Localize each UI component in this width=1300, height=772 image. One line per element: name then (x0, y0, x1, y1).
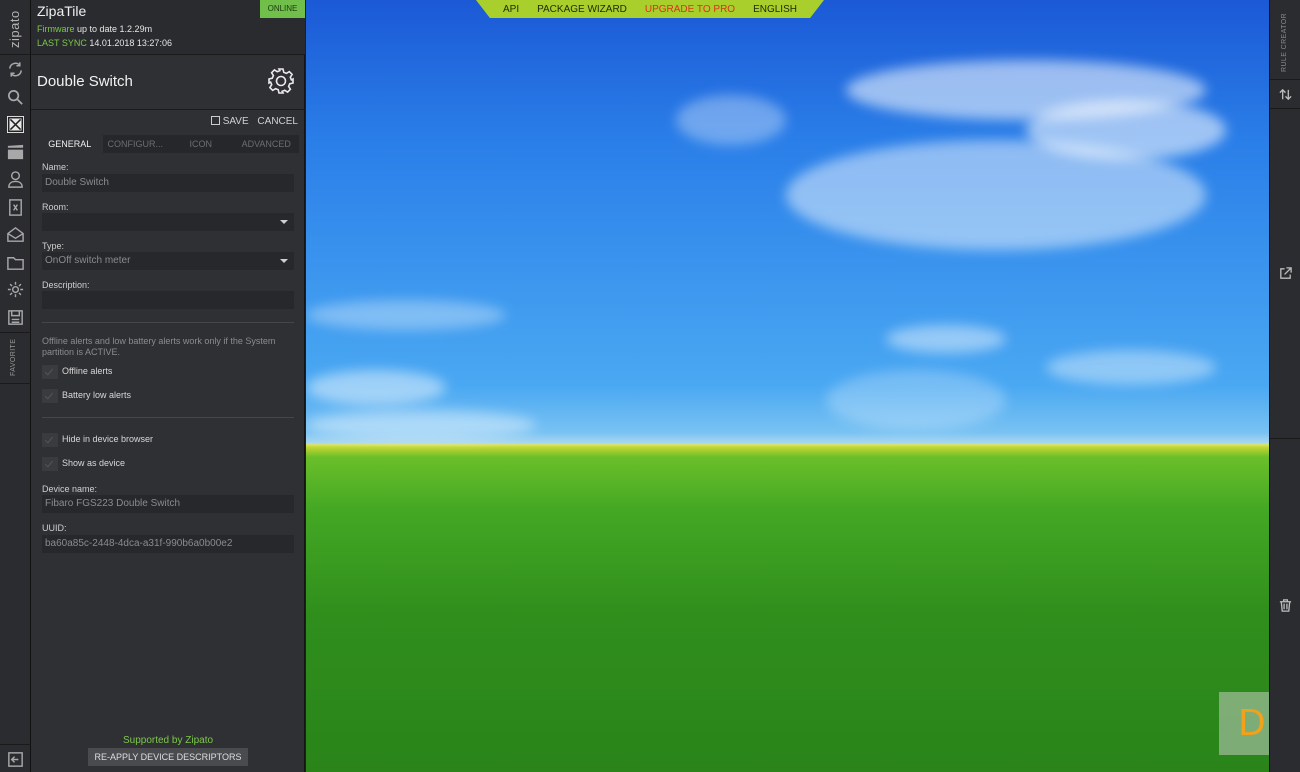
cloud (676, 95, 786, 145)
cloud (306, 370, 446, 405)
rule-creator-label: RULE CREATOR (1281, 13, 1288, 72)
description-input[interactable] (42, 291, 294, 309)
type-select[interactable]: OnOff switch meter (42, 252, 294, 270)
tab-icon[interactable]: ICON (168, 135, 234, 153)
reapply-descriptors-button[interactable]: RE-APPLY DEVICE DESCRIPTORS (88, 748, 248, 766)
device-name-input[interactable]: Fibaro FGS223 Double Switch (42, 495, 294, 513)
cloud (306, 410, 536, 440)
cloud (886, 325, 1006, 353)
divider (1270, 108, 1300, 109)
sync-info: LAST SYNC 14.01.2018 13:27:06 (37, 38, 172, 48)
divider (42, 417, 294, 418)
checkbox-box (42, 389, 58, 403)
mail-icon[interactable] (6, 225, 25, 244)
sync-value: 14.01.2018 13:27:06 (89, 38, 172, 48)
type-value: OnOff switch meter (45, 255, 131, 266)
brand-logo: zipato (0, 0, 31, 55)
nav-api[interactable]: API (503, 4, 519, 15)
room-label: Room: (42, 202, 69, 212)
settings-icon[interactable] (6, 280, 25, 299)
name-label: Name: (42, 162, 69, 172)
cloud (1026, 100, 1226, 160)
backup-icon[interactable] (6, 308, 25, 327)
description-label: Description: (42, 280, 90, 290)
device-name-label: Device name: (42, 484, 98, 494)
tab-general[interactable]: GENERAL (37, 135, 103, 153)
firmware-value: up to date 1.2.29m (77, 24, 153, 34)
search-icon[interactable] (6, 88, 25, 107)
sync-icon[interactable] (6, 60, 25, 79)
chevron-down-icon (280, 220, 288, 224)
watermark-letter: D (1238, 703, 1266, 744)
show-device-label: Show as device (62, 458, 126, 468)
sync-label: LAST SYNC (37, 38, 87, 48)
favorite-tab[interactable]: FAVORITE (0, 332, 31, 384)
nav-package-wizard[interactable]: PACKAGE WIZARD (537, 4, 627, 15)
cancel-button[interactable]: CANCEL (257, 116, 298, 127)
controller-title: ZipaTile (37, 3, 87, 19)
controller-header: ZipaTile ONLINE Firmware up to date 1.2.… (31, 0, 305, 55)
settings-tabs: GENERAL CONFIGUR... ICON ADVANCED (37, 135, 299, 153)
gear-icon[interactable] (267, 67, 295, 95)
device-header: Double Switch (31, 55, 305, 110)
nav-upgrade-to-pro[interactable]: UPGRADE TO PRO (645, 4, 735, 15)
brand-text: zipato (7, 10, 22, 48)
cloud (826, 370, 1006, 430)
checkbox-box (42, 365, 58, 379)
checkbox-box (42, 433, 58, 447)
divider (42, 322, 294, 323)
save-button[interactable]: SAVE (210, 116, 249, 127)
scenes-icon[interactable] (6, 143, 25, 162)
firmware-info: Firmware up to date 1.2.29m (37, 24, 152, 34)
status-badge: ONLINE (260, 0, 305, 18)
alerts-note: Offline alerts and low battery alerts wo… (42, 336, 276, 357)
save-icon (210, 116, 220, 125)
battery-alerts-label: Battery low alerts (62, 390, 132, 400)
chevron-down-icon (280, 259, 288, 263)
uuid-input[interactable]: ba60a85c-2448-4dca-a31f-990b6a0b00e2 (42, 535, 294, 553)
device-title: Double Switch (37, 73, 133, 90)
uuid-label: UUID: (42, 523, 67, 533)
right-rail: RULE CREATOR (1269, 0, 1300, 772)
nav-language[interactable]: ENGLISH (753, 4, 797, 15)
top-navigation: API PACKAGE WIZARD UPGRADE TO PRO ENGLIS… (476, 0, 824, 18)
devices-icon[interactable] (7, 116, 24, 133)
sort-icon[interactable] (1278, 87, 1293, 102)
offline-alerts-label: Offline alerts (62, 366, 113, 376)
trash-icon[interactable] (1278, 598, 1293, 613)
form-actions: SAVE CANCEL (205, 116, 298, 127)
type-label: Type: (42, 241, 65, 251)
folder-icon[interactable] (6, 253, 25, 272)
cloud (306, 300, 506, 330)
device-panel: ZipaTile ONLINE Firmware up to date 1.2.… (31, 0, 305, 772)
checkbox-box (42, 457, 58, 471)
external-link-icon[interactable] (1278, 266, 1293, 281)
tab-advanced[interactable]: ADVANCED (234, 135, 300, 153)
save-label: SAVE (222, 116, 249, 127)
favorite-label: FAVORITE (10, 338, 17, 376)
room-select[interactable] (42, 213, 294, 231)
divider (1270, 438, 1300, 439)
users-icon[interactable] (6, 170, 25, 189)
dashboard-background: API PACKAGE WIZARD UPGRADE TO PRO ENGLIS… (306, 0, 1269, 772)
supported-by-text: Supported by Zipato (122, 735, 214, 746)
name-input[interactable]: Double Switch (42, 174, 294, 192)
cloud (1046, 350, 1216, 385)
logout-area (0, 744, 31, 772)
rules-icon[interactable] (6, 198, 25, 217)
left-icon-rail: zipato FAVORITE (0, 0, 31, 772)
tab-configuration[interactable]: CONFIGUR... (103, 135, 169, 153)
hide-browser-label: Hide in device browser (62, 434, 154, 444)
firmware-label: Firmware (37, 24, 75, 34)
rule-creator-tab[interactable]: RULE CREATOR (1270, 0, 1300, 80)
watermark-logo: D (1219, 692, 1269, 755)
logout-icon[interactable] (6, 750, 25, 769)
